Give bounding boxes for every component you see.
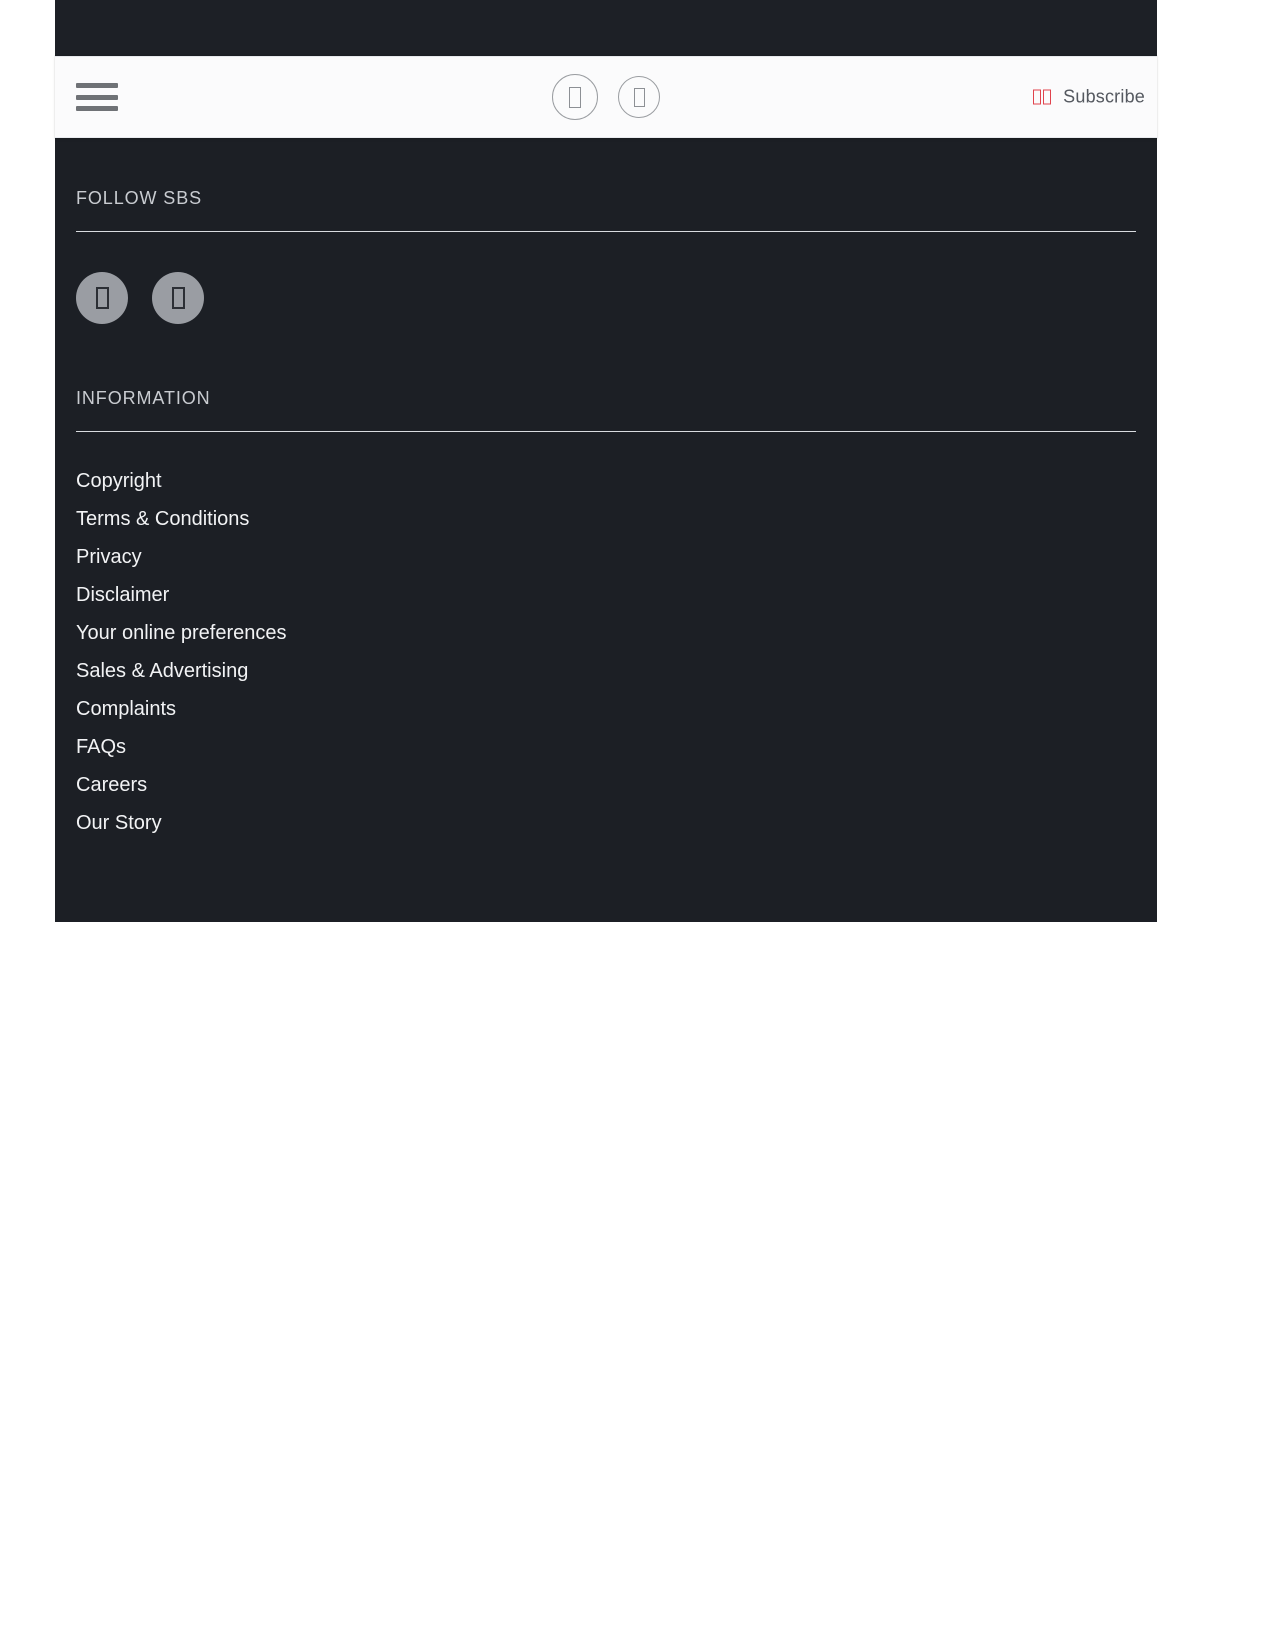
tofu-glyph-icon bbox=[171, 287, 185, 309]
content-column: Subscribe FOLLOW SBS INFORMATION Copyrig… bbox=[55, 0, 1157, 922]
footer-link-copyright[interactable]: Copyright bbox=[76, 462, 162, 500]
follow-sbs-heading: FOLLOW SBS bbox=[76, 188, 203, 208]
list-item: Careers bbox=[76, 766, 1136, 804]
footer-link-terms-and-conditions[interactable]: Terms & Conditions bbox=[76, 500, 249, 538]
footer-link-your-online-preferences[interactable]: Your online preferences bbox=[76, 614, 287, 652]
header-icon-button-2[interactable] bbox=[618, 76, 660, 118]
tofu-glyph-icon bbox=[633, 87, 645, 107]
list-item: Privacy bbox=[76, 538, 1136, 576]
grid-icon bbox=[1033, 89, 1052, 105]
footer-link-faqs[interactable]: FAQs bbox=[76, 728, 126, 766]
subscribe-button[interactable]: Subscribe bbox=[1033, 87, 1145, 108]
list-item: Copyright bbox=[76, 462, 1136, 500]
social-button-1[interactable] bbox=[76, 272, 128, 324]
information-heading: INFORMATION bbox=[76, 388, 211, 408]
footer-inner: FOLLOW SBS INFORMATION Copyright Terms &… bbox=[55, 138, 1157, 842]
grid-icon-cell-1 bbox=[1033, 89, 1042, 105]
list-item: Disclaimer bbox=[76, 576, 1136, 614]
hamburger-bar-1 bbox=[76, 83, 118, 88]
page-root: Subscribe FOLLOW SBS INFORMATION Copyrig… bbox=[0, 0, 1275, 1651]
hamburger-bar-3 bbox=[76, 106, 118, 111]
list-item: Terms & Conditions bbox=[76, 500, 1136, 538]
footer-link-disclaimer[interactable]: Disclaimer bbox=[76, 576, 169, 614]
footer-link-privacy[interactable]: Privacy bbox=[76, 538, 142, 576]
hamburger-bar-2 bbox=[76, 94, 118, 100]
list-item: Your online preferences bbox=[76, 614, 1136, 652]
grid-icon-cell-2 bbox=[1043, 89, 1052, 105]
list-item: Complaints bbox=[76, 690, 1136, 728]
footer-link-complaints[interactable]: Complaints bbox=[76, 690, 176, 728]
top-dark-strip bbox=[55, 0, 1157, 56]
information-links-list: Copyright Terms & Conditions Privacy Dis… bbox=[76, 432, 1136, 842]
social-button-2[interactable] bbox=[152, 272, 204, 324]
footer-link-sales-and-advertising[interactable]: Sales & Advertising bbox=[76, 652, 248, 690]
header-icon-button-1[interactable] bbox=[552, 74, 598, 120]
subscribe-label: Subscribe bbox=[1063, 86, 1145, 107]
hamburger-menu-icon[interactable] bbox=[76, 81, 118, 113]
site-footer: FOLLOW SBS INFORMATION Copyright Terms &… bbox=[55, 138, 1157, 922]
header-center-actions bbox=[55, 74, 1157, 120]
social-links-row bbox=[76, 232, 1136, 338]
list-item: Sales & Advertising bbox=[76, 652, 1136, 690]
footer-link-careers[interactable]: Careers bbox=[76, 766, 147, 804]
site-header: Subscribe bbox=[55, 56, 1157, 138]
list-item: Our Story bbox=[76, 804, 1136, 842]
list-item: FAQs bbox=[76, 728, 1136, 766]
tofu-glyph-icon bbox=[95, 287, 109, 309]
tofu-glyph-icon bbox=[569, 86, 581, 108]
footer-link-our-story[interactable]: Our Story bbox=[76, 804, 162, 842]
